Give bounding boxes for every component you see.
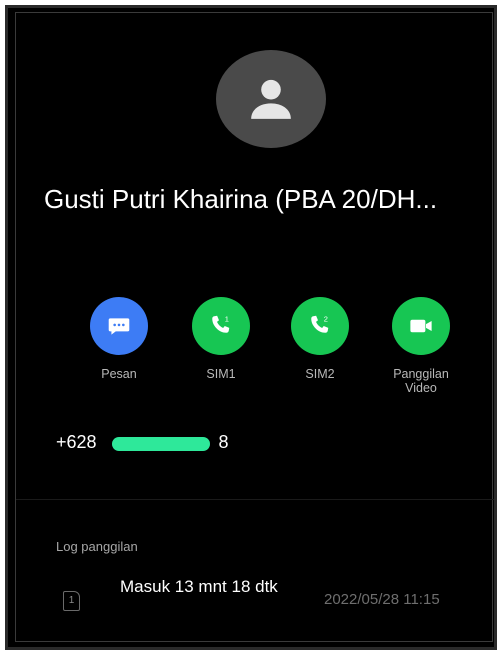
video-call-button[interactable]: Panggilan Video	[371, 297, 471, 395]
person-icon	[251, 79, 291, 119]
contact-detail-view: Gusti Putri Khairina (PBA 20/DH... Pesan	[15, 12, 494, 642]
svg-text:2: 2	[324, 315, 328, 324]
phone-number-prefix: +628	[56, 432, 97, 452]
call-log-title: Log panggilan	[56, 539, 138, 554]
phone-number-suffix: 8	[218, 432, 229, 452]
sim2-call-button[interactable]: 2 SIM2	[270, 297, 370, 381]
call-log-entry-type[interactable]: Masuk 13 mnt 18 dtk	[120, 577, 300, 596]
video-camera-icon	[410, 319, 432, 333]
phone-screen: Gusti Putri Khairina (PBA 20/DH... Pesan	[5, 5, 497, 650]
sim1-label: SIM1	[206, 367, 236, 381]
action-row: Pesan 1 SIM1 2 SIM2 Panggilan Video	[74, 297, 474, 407]
sim1-call-button[interactable]: 1 SIM1	[171, 297, 271, 381]
sim2-icon-circle[interactable]: 2	[291, 297, 349, 355]
phone-frame: Gusti Putri Khairina (PBA 20/DH... Pesan	[0, 0, 503, 654]
avatar	[216, 50, 326, 148]
sim-card-icon: 1	[63, 591, 80, 611]
call-log-entry-datetime: 2022/05/28 11:15	[324, 591, 440, 608]
video-icon-circle[interactable]	[392, 297, 450, 355]
video-label: Panggilan Video	[393, 367, 449, 395]
sim1-icon-circle[interactable]: 1	[192, 297, 250, 355]
phone-redaction-mark	[112, 437, 210, 451]
message-label: Pesan	[101, 367, 137, 381]
svg-text:1: 1	[225, 315, 229, 324]
sim2-label: SIM2	[305, 367, 335, 381]
phone-sim1-icon: 1	[212, 315, 230, 333]
message-icon-circle[interactable]	[90, 297, 148, 355]
phone-sim2-icon: 2	[311, 315, 329, 333]
message-button[interactable]: Pesan	[69, 297, 169, 381]
contact-name: Gusti Putri Khairina (PBA 20/DH...	[44, 184, 438, 214]
message-icon	[108, 318, 130, 335]
divider	[16, 499, 494, 500]
